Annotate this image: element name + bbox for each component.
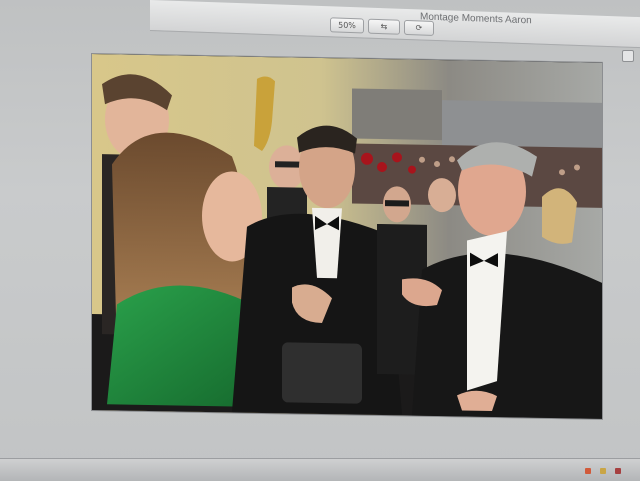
video-frame xyxy=(92,54,602,419)
dock-icon[interactable] xyxy=(585,468,591,474)
monitor-screen: 50% ⇆ ⟳ Montage Moments Aaron xyxy=(0,0,640,481)
handbag xyxy=(282,342,362,404)
window-titlebar: 50% ⇆ ⟳ Montage Moments Aaron xyxy=(150,0,640,49)
right-man-tuxedo xyxy=(412,253,602,419)
close-window-icon[interactable] xyxy=(622,50,634,62)
window-title: Montage Moments Aaron xyxy=(420,11,532,27)
swap-button[interactable]: ⇆ xyxy=(368,18,400,35)
dock-icon[interactable] xyxy=(600,468,606,474)
zoom-button[interactable]: 50% xyxy=(330,17,364,34)
red-carpet-photo xyxy=(92,54,602,419)
dock-icon[interactable] xyxy=(615,468,621,474)
dock-bar xyxy=(0,458,640,481)
